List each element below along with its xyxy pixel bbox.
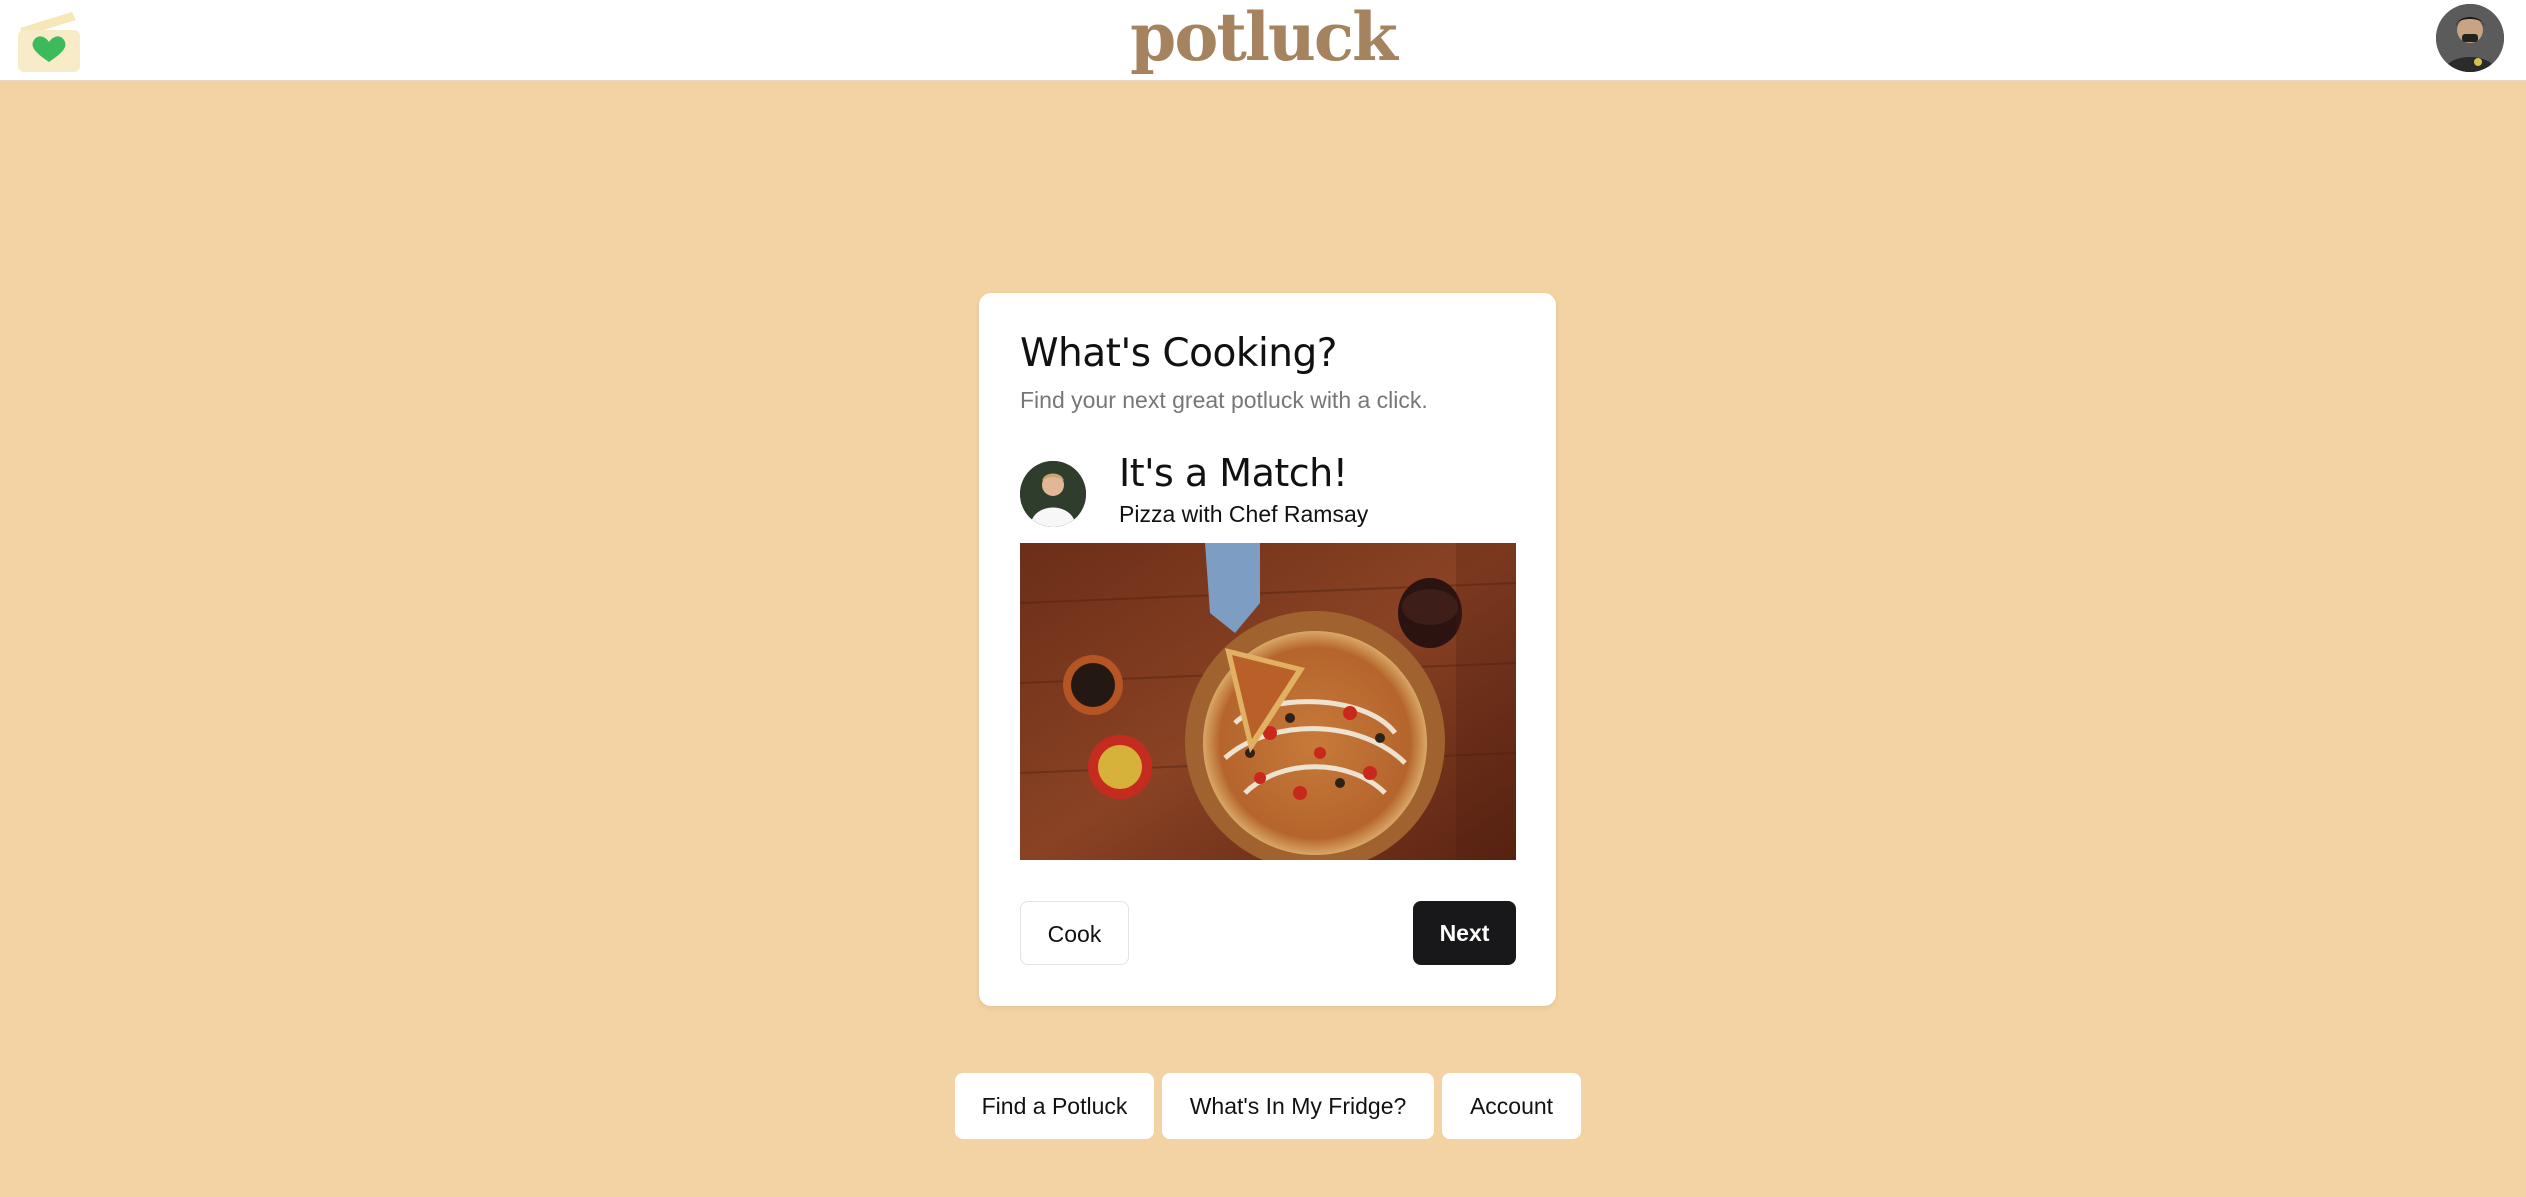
cook-button[interactable]: Cook xyxy=(1020,901,1129,965)
whats-in-my-fridge-button[interactable]: What's In My Fridge? xyxy=(1162,1073,1434,1139)
user-avatar[interactable] xyxy=(2436,4,2504,72)
card-title: What's Cooking? xyxy=(1020,331,1337,376)
chef-avatar xyxy=(1020,461,1086,527)
next-button[interactable]: Next xyxy=(1413,901,1516,965)
match-card: What's Cooking? Find your next great pot… xyxy=(979,293,1556,1006)
account-button[interactable]: Account xyxy=(1442,1073,1581,1139)
find-potluck-button[interactable]: Find a Potluck xyxy=(955,1073,1154,1139)
pizza-photo xyxy=(1020,543,1516,860)
brand-logo[interactable]: potluck xyxy=(0,2,2526,72)
match-subtitle: Pizza with Chef Ramsay xyxy=(1119,501,1369,527)
top-bar: potluck xyxy=(0,0,2526,81)
match-title: It's a Match! xyxy=(1119,451,1348,495)
card-subtitle: Find your next great potluck with a clic… xyxy=(1020,387,1428,413)
